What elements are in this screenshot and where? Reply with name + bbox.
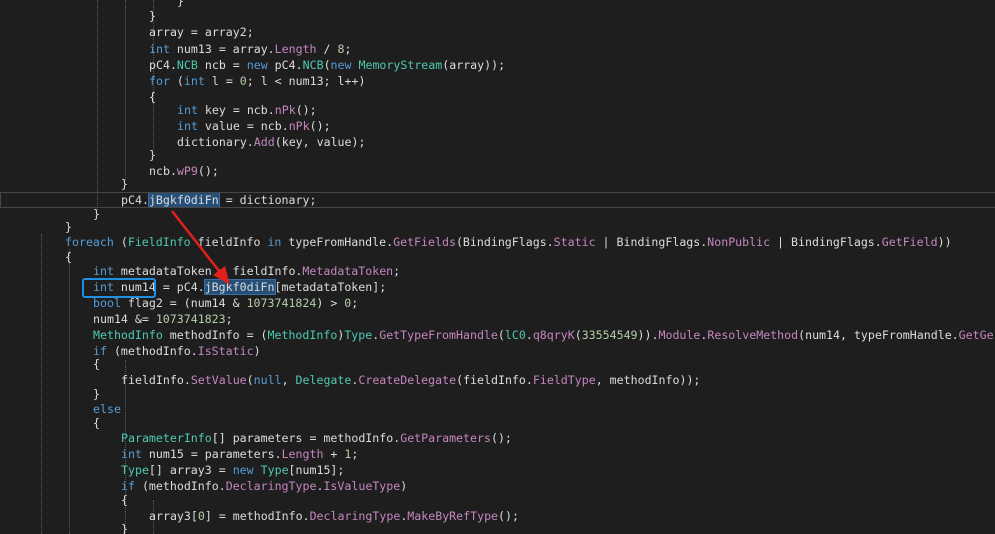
code-editor[interactable]: }} array = array2; int num13 = array.Lengt…	[0, 0, 995, 534]
arrow-head	[213, 266, 230, 285]
arrow-shaft	[171, 210, 224, 277]
annotation-arrow	[171, 210, 230, 285]
